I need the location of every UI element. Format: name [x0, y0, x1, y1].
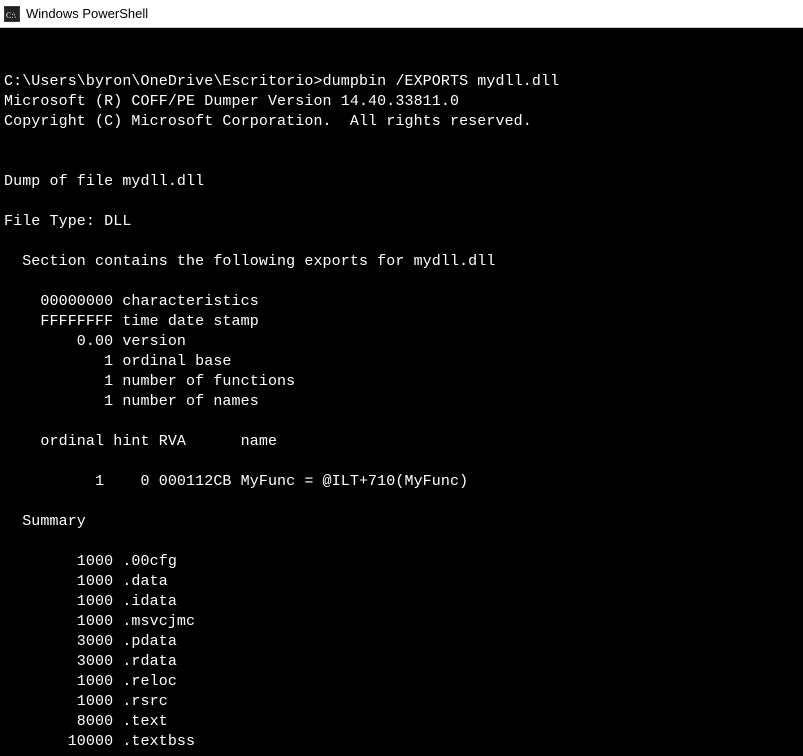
meta-version: 0.00 version — [4, 333, 186, 350]
prompt-path: C:\Users\byron\OneDrive\Escritorio> — [4, 73, 323, 90]
file-type: File Type: DLL — [4, 213, 131, 230]
meta-ordinal-base: 1 ordinal base — [4, 353, 232, 370]
summary-row: 1000 .idata — [4, 593, 177, 610]
export-table-header: ordinal hint RVA name — [4, 433, 277, 450]
meta-time-date-stamp: FFFFFFFF time date stamp — [4, 313, 259, 330]
meta-num-functions: 1 number of functions — [4, 373, 295, 390]
section-header: Section contains the following exports f… — [4, 253, 495, 270]
summary-row: 3000 .pdata — [4, 633, 177, 650]
summary-row: 3000 .rdata — [4, 653, 177, 670]
svg-text:C:\: C:\ — [6, 11, 17, 20]
meta-num-names: 1 number of names — [4, 393, 259, 410]
dump-of-file: Dump of file mydll.dll — [4, 173, 204, 190]
powershell-icon: C:\ — [4, 6, 20, 22]
prompt-command: dumpbin /EXPORTS mydll.dll — [323, 73, 560, 90]
header-line-2: Copyright (C) Microsoft Corporation. All… — [4, 113, 532, 130]
summary-row: 1000 .rsrc — [4, 693, 168, 710]
summary-row: 1000 .msvcjmc — [4, 613, 195, 630]
summary-row: 8000 .text — [4, 713, 168, 730]
window-titlebar[interactable]: C:\ Windows PowerShell — [0, 0, 803, 28]
terminal-output[interactable]: C:\Users\byron\OneDrive\Escritorio>dumpb… — [0, 28, 803, 756]
summary-row: 1000 .00cfg — [4, 553, 177, 570]
window-title: Windows PowerShell — [26, 6, 148, 21]
meta-characteristics: 00000000 characteristics — [4, 293, 259, 310]
header-line-1: Microsoft (R) COFF/PE Dumper Version 14.… — [4, 93, 459, 110]
summary-row: 1000 .data — [4, 573, 168, 590]
summary-label: Summary — [4, 513, 86, 530]
summary-row: 10000 .textbss — [4, 733, 195, 750]
export-row: 1 0 000112CB MyFunc = @ILT+710(MyFunc) — [4, 473, 468, 490]
summary-row: 1000 .reloc — [4, 673, 177, 690]
